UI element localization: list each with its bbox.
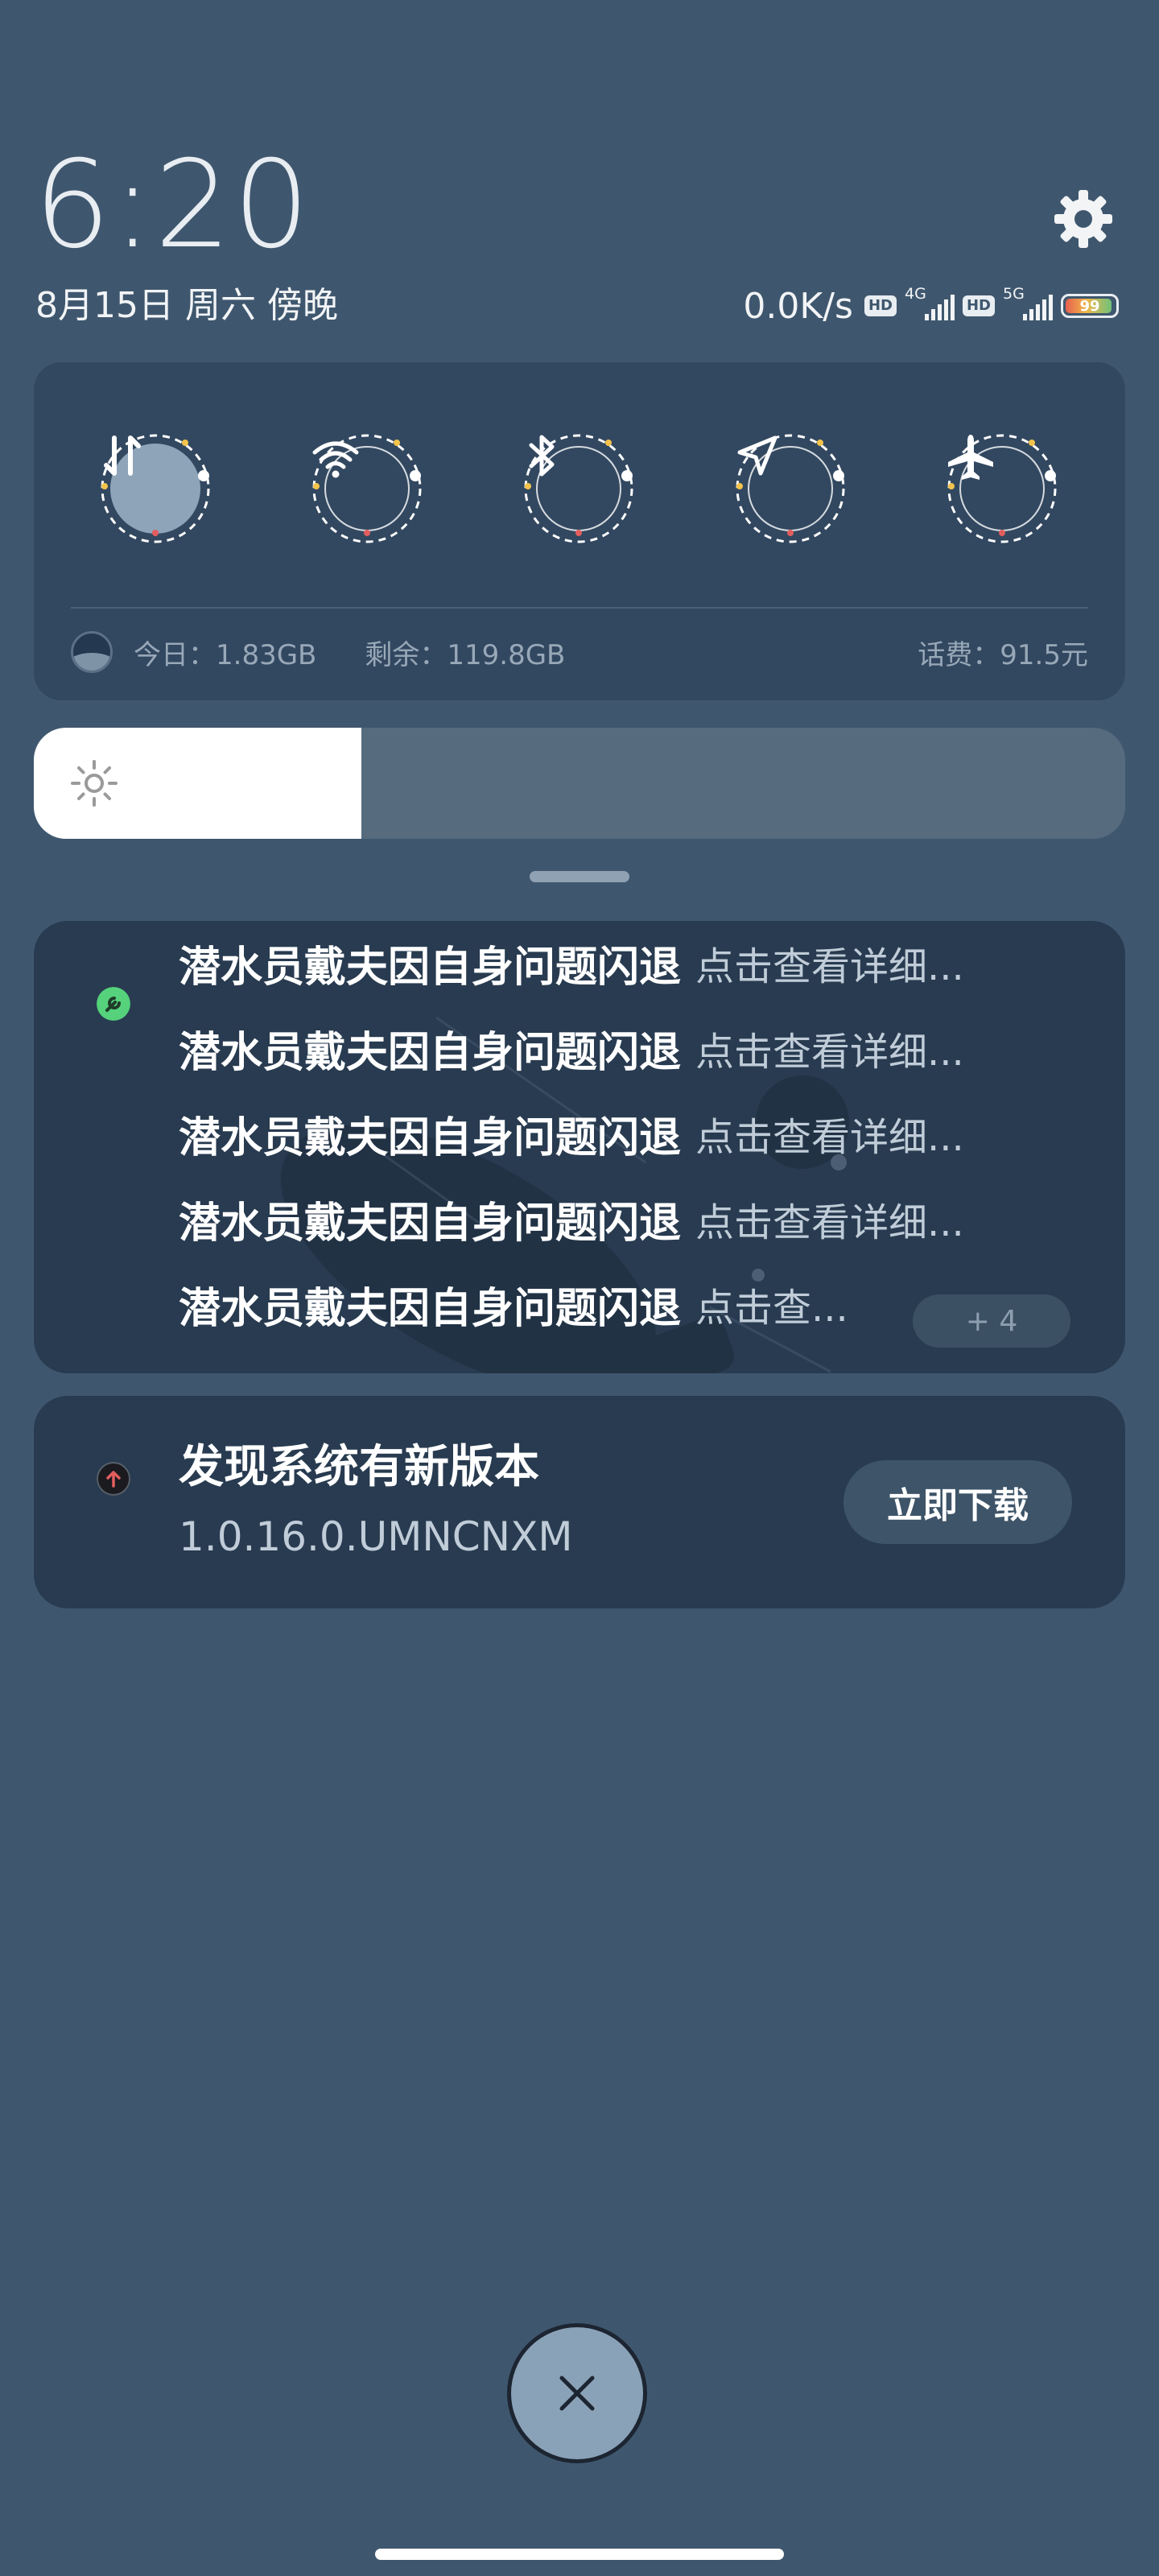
- bluetooth-toggle[interactable]: [522, 431, 636, 546]
- quick-settings-panel: 今日：1.83GB 剩余：119.8GB 话费：91.5元: [34, 362, 1125, 700]
- location-icon: [733, 431, 848, 546]
- sun-icon: [71, 760, 118, 807]
- notification-item[interactable]: 潜水员戴夫因自身问题闪退 点击查看详细...: [179, 931, 1096, 995]
- close-icon: [559, 2376, 595, 2411]
- notification-title: 潜水员戴夫因自身问题闪退: [179, 1284, 682, 1333]
- date-label: 8月15日 周六 傍晚: [35, 285, 338, 326]
- hd-badge: HD: [864, 295, 897, 316]
- upload-icon: [97, 1462, 130, 1496]
- download-button[interactable]: 立即下载: [843, 1460, 1072, 1544]
- drag-handle[interactable]: [530, 871, 629, 882]
- notification-title: 潜水员戴夫因自身问题闪退: [179, 1113, 682, 1162]
- location-toggle[interactable]: [733, 431, 848, 546]
- data-usage-row[interactable]: 今日：1.83GB 剩余：119.8GB 话费：91.5元: [71, 628, 1088, 676]
- notification-title: 潜水员戴夫因自身问题闪退: [179, 943, 682, 992]
- airplane-icon: [945, 431, 1059, 546]
- more-notifications-badge[interactable]: + 4: [913, 1294, 1070, 1348]
- update-version: 1.0.16.0.UMNCNXM: [179, 1513, 573, 1560]
- usage-today: 今日：1.83GB: [134, 638, 317, 671]
- mobile-data-icon: [98, 431, 212, 546]
- notification-body: 点击查看详细...: [695, 944, 964, 989]
- notification-body: 点击查看详细...: [695, 1030, 964, 1075]
- divider: [71, 607, 1088, 609]
- wrench-icon: [97, 987, 130, 1021]
- wifi-toggle[interactable]: [310, 431, 424, 546]
- data-remaining: 剩余：119.8GB: [365, 638, 566, 671]
- brightness-slider[interactable]: [34, 728, 1125, 839]
- clear-all-button[interactable]: [507, 2323, 647, 2463]
- notification-item[interactable]: 潜水员戴夫因自身问题闪退 点击查看详细...: [179, 1187, 1096, 1251]
- notification-body: 点击查看详细...: [695, 1115, 964, 1160]
- signal-icon: 5G: [1003, 285, 1053, 322]
- battery-icon: 99: [1061, 294, 1119, 318]
- hd-badge: HD: [962, 295, 995, 316]
- network-speed: 0.0K/s: [743, 285, 853, 327]
- network-type: 4G: [904, 285, 926, 303]
- bluetooth-icon: [522, 431, 636, 546]
- wifi-icon: [310, 431, 424, 546]
- status-bar: 0.0K/s HD 4G HD 5G 99: [743, 282, 1119, 330]
- home-indicator[interactable]: [375, 2549, 784, 2560]
- gear-icon[interactable]: [1051, 187, 1116, 251]
- mobile-data-toggle[interactable]: [98, 431, 212, 546]
- notification-title: 潜水员戴夫因自身问题闪退: [179, 1199, 682, 1248]
- phone-bill: 话费：91.5元: [918, 638, 1088, 671]
- notification-title: 潜水员戴夫因自身问题闪退: [179, 1028, 682, 1077]
- notification-item[interactable]: 潜水员戴夫因自身问题闪退 点击查...: [179, 1272, 935, 1336]
- data-usage-icon: [71, 631, 113, 673]
- airplane-mode-toggle[interactable]: [945, 431, 1059, 546]
- notification-body: 点击查...: [695, 1286, 848, 1331]
- notification-item[interactable]: 潜水员戴夫因自身问题闪退 点击查看详细...: [179, 1101, 1096, 1166]
- signal-icon: 4G: [905, 285, 955, 322]
- notification-item[interactable]: 潜水员戴夫因自身问题闪退 点击查看详细...: [179, 1016, 1096, 1080]
- notification-body: 点击查看详细...: [695, 1200, 964, 1245]
- clock: 6:20: [34, 135, 311, 275]
- battery-level: 99: [1079, 297, 1100, 315]
- update-title: 发现系统有新版本: [179, 1441, 539, 1493]
- network-type: 5G: [1003, 285, 1025, 303]
